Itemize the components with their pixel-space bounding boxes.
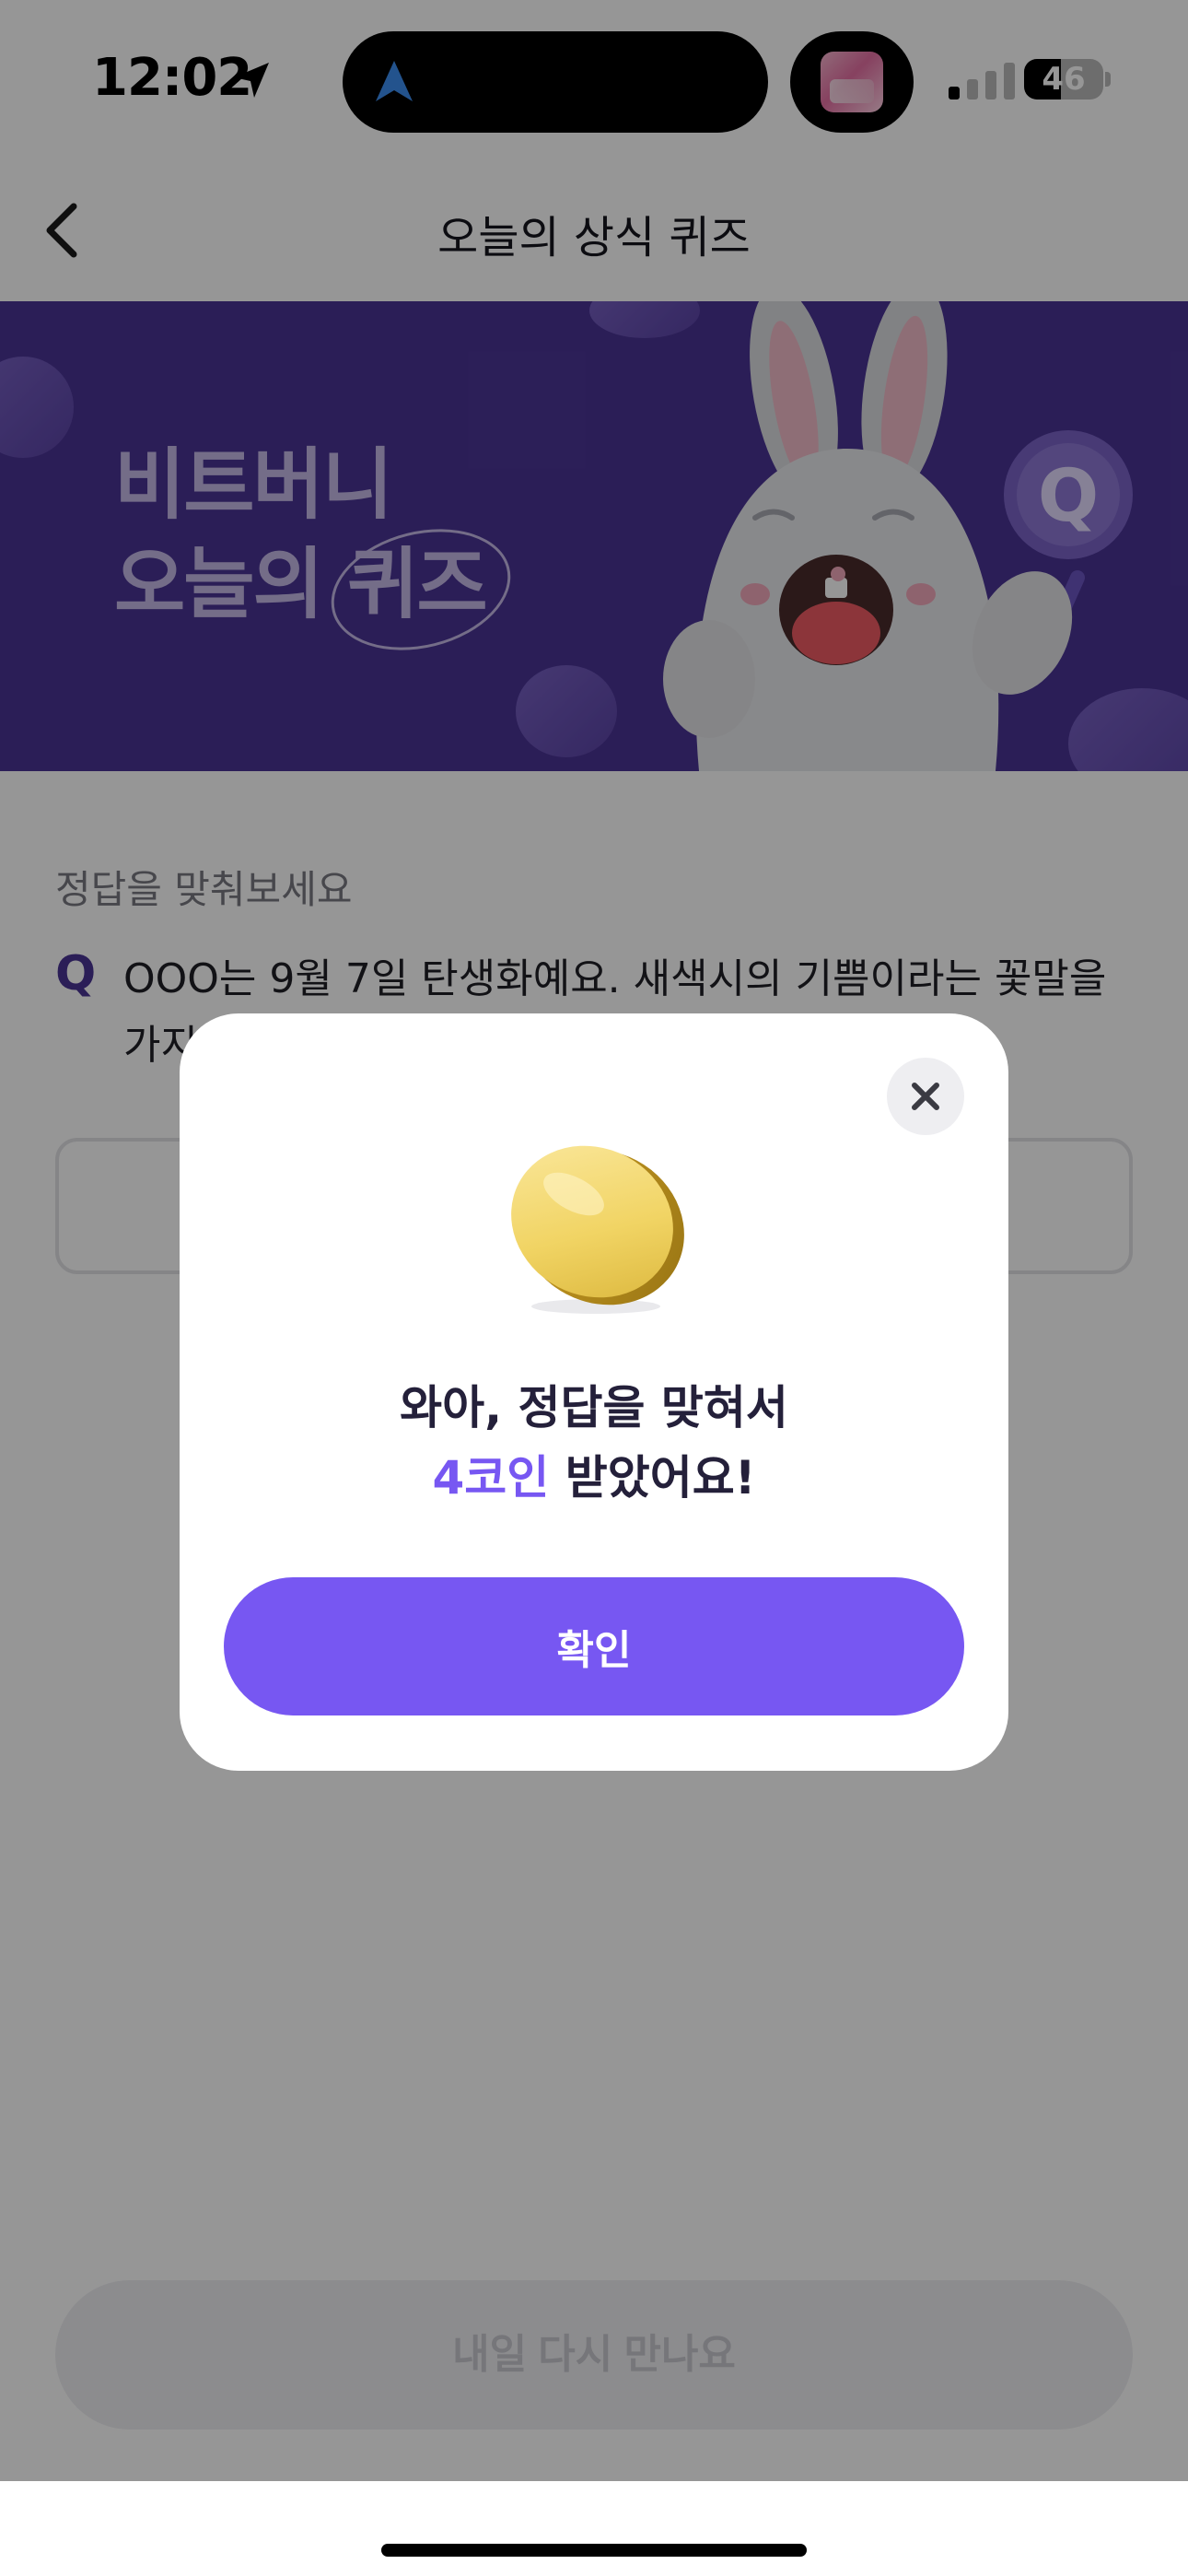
- reward-message-rest: 받았어요!: [549, 1451, 756, 1505]
- gold-coin-icon: [511, 1145, 684, 1314]
- close-icon: [912, 1083, 939, 1110]
- reward-message: 와아, 정답을 맞혀서 4코인 받았어요!: [180, 1373, 1008, 1513]
- reward-message-line-1: 와아, 정답을 맞혀서: [400, 1381, 788, 1434]
- confirm-button[interactable]: 확인: [224, 1577, 964, 1715]
- home-indicator-area: [0, 2481, 1188, 2576]
- reward-message-line-2: 4코인 받았어요!: [180, 1443, 1008, 1513]
- coin-amount: 4코인: [432, 1451, 550, 1505]
- close-button[interactable]: [887, 1058, 964, 1135]
- reward-modal: 와아, 정답을 맞혀서 4코인 받았어요! 확인: [180, 1013, 1008, 1771]
- home-indicator[interactable]: [381, 2544, 807, 2557]
